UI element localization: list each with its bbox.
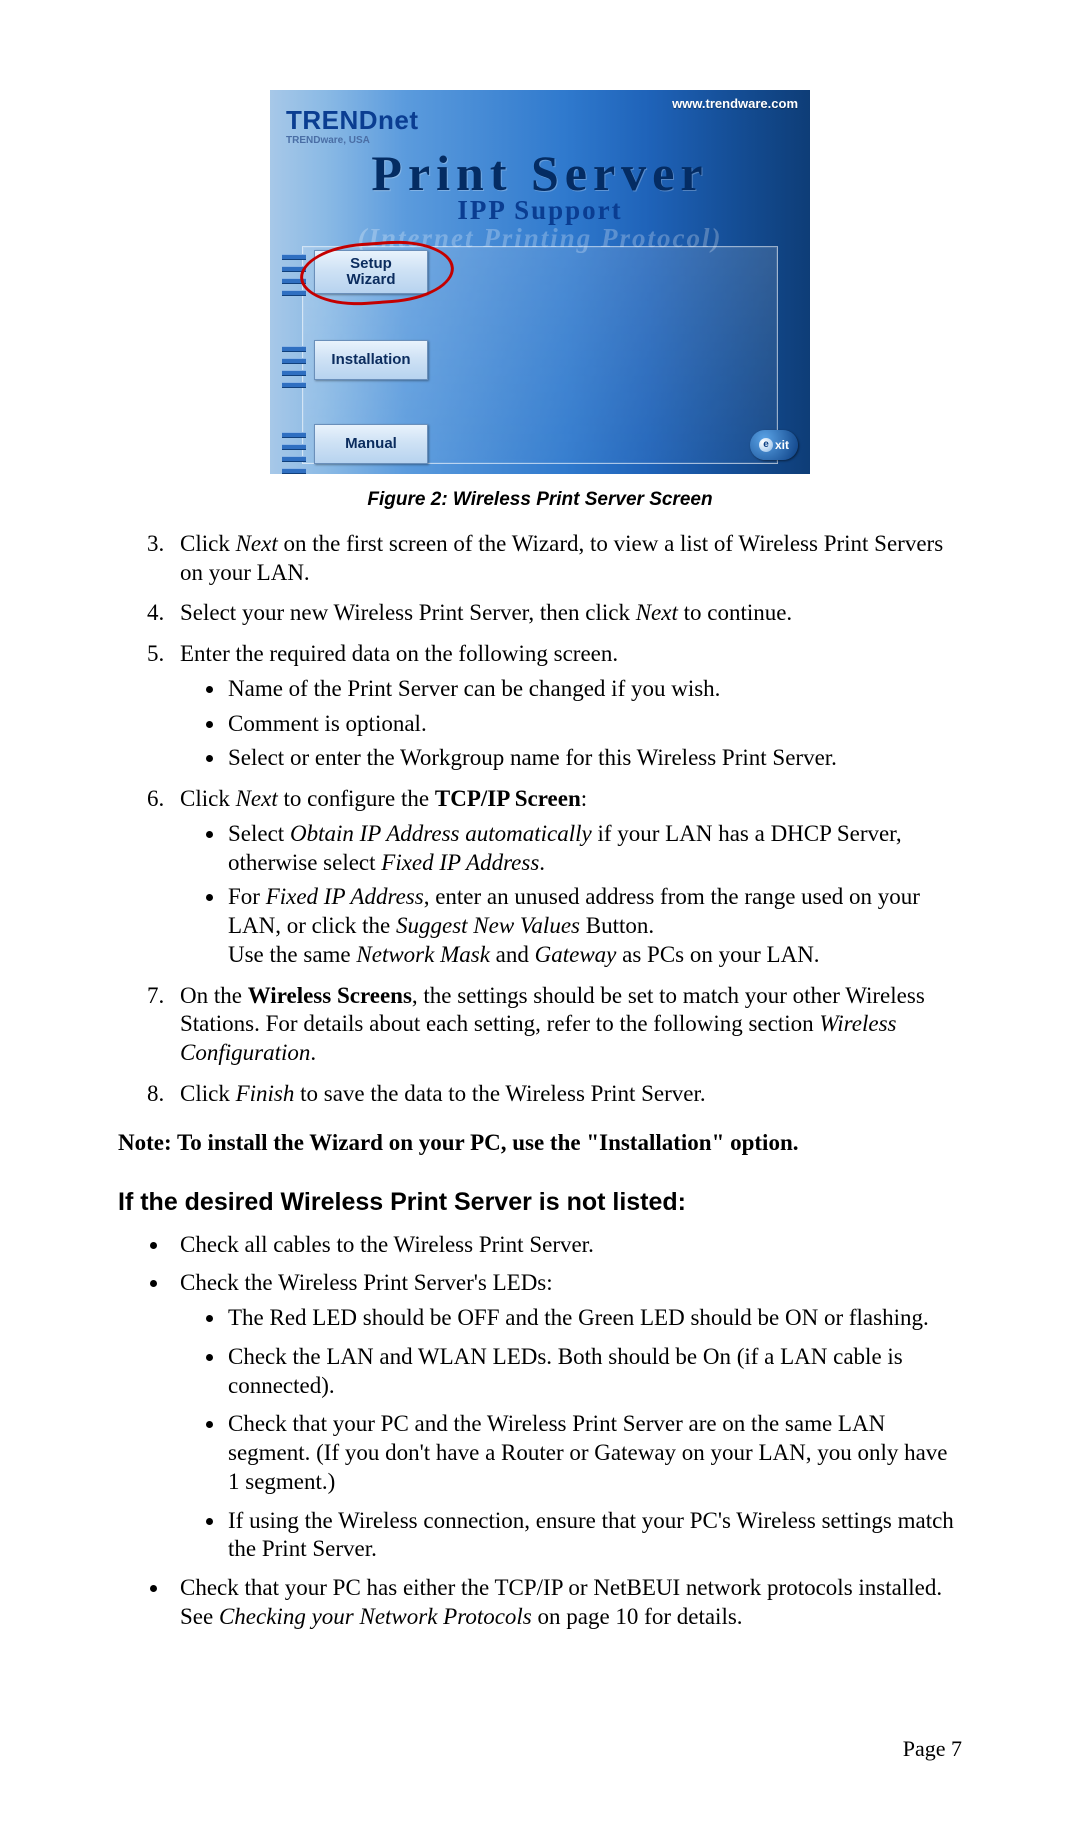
text: to configure the — [278, 786, 435, 811]
list-item: Comment is optional. — [226, 710, 962, 739]
step-6-bullets: Select Obtain IP Address automatically i… — [180, 820, 962, 970]
list-item: If using the Wireless connection, ensure… — [226, 1507, 962, 1565]
list-item: The Red LED should be OFF and the Green … — [226, 1304, 962, 1333]
emphasis: Checking your Network Protocols — [219, 1604, 532, 1629]
text: Click — [180, 786, 236, 811]
troubleshoot-heading: If the desired Wireless Print Server is … — [118, 1187, 962, 1218]
bold: Wireless Screens — [248, 983, 412, 1008]
button-label: Setup — [350, 256, 392, 272]
text: . — [310, 1040, 316, 1065]
list-item: Check the Wireless Print Server's LEDs: … — [170, 1269, 962, 1564]
list-item: Check the LAN and WLAN LEDs. Both should… — [226, 1343, 962, 1401]
exit-button[interactable]: e xit — [750, 430, 798, 460]
step-5: Enter the required data on the following… — [170, 640, 962, 773]
text: on the first screen of the Wizard, to vi… — [180, 531, 943, 585]
text: to save the data to the Wireless Print S… — [294, 1081, 705, 1106]
step-3: Click Next on the first screen of the Wi… — [170, 530, 962, 588]
step-6: Click Next to configure the TCP/IP Scree… — [170, 785, 962, 970]
screenshot-url: www.trendware.com — [672, 96, 798, 112]
emphasis: Fixed IP Address — [266, 884, 424, 909]
button-label: Manual — [345, 436, 397, 452]
step-7: On the Wireless Screens, the settings sh… — [170, 982, 962, 1068]
button-label: Wizard — [346, 272, 395, 288]
exit-icon: e — [759, 438, 773, 452]
install-note: Note: To install the Wizard on your PC, … — [118, 1129, 962, 1158]
text: Check the Wireless Print Server's LEDs: — [180, 1270, 553, 1295]
step-5-bullets: Name of the Print Server can be changed … — [180, 675, 962, 773]
figure-caption: Figure 2: Wireless Print Server Screen — [270, 488, 810, 512]
text: as PCs on your LAN. — [616, 942, 819, 967]
text: Select — [228, 821, 290, 846]
text: Click — [180, 531, 236, 556]
emphasis: Network Mask — [356, 942, 490, 967]
text: on page 10 for details. — [532, 1604, 743, 1629]
emphasis: Fixed IP Address — [381, 850, 539, 875]
list-item: Check all cables to the Wireless Print S… — [170, 1231, 962, 1260]
text: and — [490, 942, 535, 967]
page-number: Page 7 — [903, 1735, 962, 1763]
bold: TCP/IP Screen — [435, 786, 581, 811]
decor-stripes — [282, 432, 306, 474]
emphasis: Suggest New Values — [396, 913, 580, 938]
emphasis: Next — [636, 600, 678, 625]
text: Button. — [580, 913, 654, 938]
text: Click — [180, 1081, 236, 1106]
document-page: www.trendware.com TRENDnet TRENDware, US… — [0, 0, 1080, 1822]
decor-stripes — [282, 254, 306, 302]
led-sublist: The Red LED should be OFF and the Green … — [180, 1304, 962, 1564]
text: . — [539, 850, 545, 875]
list-item: Select or enter the Workgroup name for t… — [226, 744, 962, 773]
troubleshoot-list: Check all cables to the Wireless Print S… — [118, 1231, 962, 1632]
text: Use the same — [228, 942, 356, 967]
text: For — [228, 884, 266, 909]
brand-name: TRENDnet — [286, 104, 419, 137]
emphasis: Finish — [236, 1081, 295, 1106]
instruction-steps: Click Next on the first screen of the Wi… — [118, 530, 962, 1109]
list-item: Name of the Print Server can be changed … — [226, 675, 962, 704]
emphasis: Next — [236, 531, 278, 556]
step-8: Click Finish to save the data to the Wir… — [170, 1080, 962, 1109]
list-item: Check that your PC has either the TCP/IP… — [170, 1574, 962, 1632]
brand-block: TRENDnet TRENDware, USA — [286, 104, 419, 147]
figure-wrap: www.trendware.com TRENDnet TRENDware, US… — [270, 90, 810, 512]
decor-stripes — [282, 346, 306, 394]
screenshot-subtitle: IPP Support — [270, 194, 810, 228]
exit-label: xit — [775, 438, 789, 453]
text: On the — [180, 983, 248, 1008]
text: to continue. — [678, 600, 792, 625]
list-item: Check that your PC and the Wireless Prin… — [226, 1410, 962, 1496]
print-server-screenshot: www.trendware.com TRENDnet TRENDware, US… — [270, 90, 810, 474]
manual-button[interactable]: Manual — [314, 424, 428, 464]
list-item: Select Obtain IP Address automatically i… — [226, 820, 962, 878]
installation-button[interactable]: Installation — [314, 340, 428, 380]
list-item: For Fixed IP Address, enter an unused ad… — [226, 883, 962, 969]
emphasis: Next — [236, 786, 278, 811]
text: : — [581, 786, 587, 811]
emphasis: Obtain IP Address automatically — [290, 821, 592, 846]
button-label: Installation — [331, 352, 410, 368]
emphasis: Gateway — [535, 942, 617, 967]
text: Enter the required data on the following… — [180, 641, 618, 666]
step-4: Select your new Wireless Print Server, t… — [170, 599, 962, 628]
setup-wizard-button[interactable]: Setup Wizard — [314, 250, 428, 294]
text: Select your new Wireless Print Server, t… — [180, 600, 636, 625]
